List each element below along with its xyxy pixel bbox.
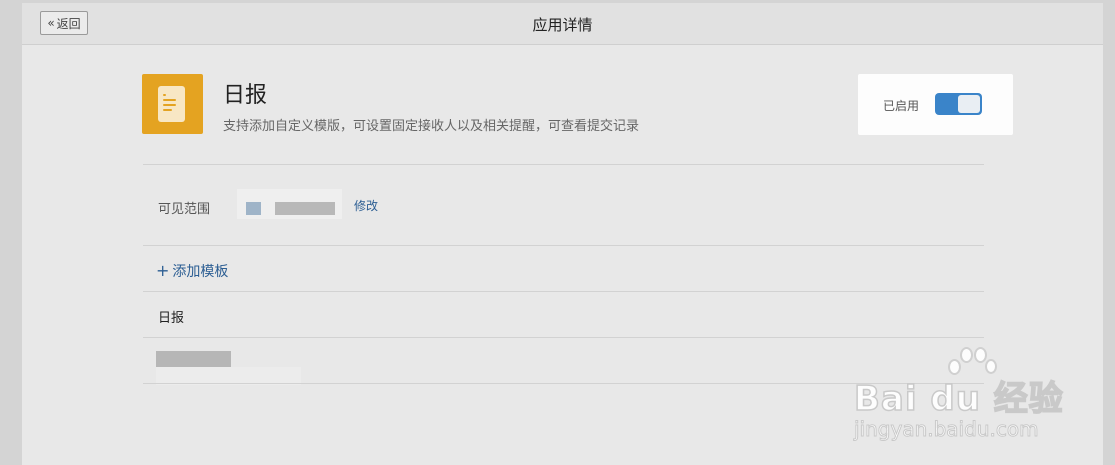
- app-description: 支持添加自定义模版，可设置固定接收人以及相关提醒，可查看提交记录: [223, 119, 640, 134]
- toggle-knob: [958, 95, 980, 113]
- edit-visibility-link[interactable]: 修改: [354, 197, 378, 214]
- watermark-brand: Bai du 经验: [853, 378, 1064, 420]
- template-item[interactable]: 日报: [158, 307, 184, 326]
- divider: [143, 337, 984, 338]
- divider: [143, 291, 984, 292]
- watermark-url: jingyan.baidu.com: [854, 417, 1040, 442]
- divider: [143, 164, 984, 165]
- status-label: 已启用: [883, 99, 920, 113]
- visibility-scope-value: [237, 189, 342, 219]
- app-name: 日报: [223, 83, 268, 108]
- visibility-label: 可见范围: [158, 202, 211, 217]
- plus-icon: +: [156, 261, 170, 280]
- page-title: 应用详情: [532, 16, 593, 34]
- add-template-button[interactable]: + 添加模板: [156, 261, 228, 281]
- app-detail-window: « 返回 应用详情 日报 支持添加自定义模版，可设置固定接收人以及相关提醒，可查…: [22, 3, 1103, 465]
- baidu-watermark: Bai du 经验 jingyan.baidu.com: [853, 345, 1064, 445]
- document-icon: [142, 74, 203, 134]
- redacted-row: [156, 351, 231, 367]
- top-bar: « 返回 应用详情: [22, 3, 1103, 45]
- add-template-label: 添加模板: [172, 264, 229, 280]
- divider: [143, 245, 984, 246]
- enable-toggle[interactable]: [935, 93, 982, 115]
- status-card: 已启用: [858, 74, 1013, 135]
